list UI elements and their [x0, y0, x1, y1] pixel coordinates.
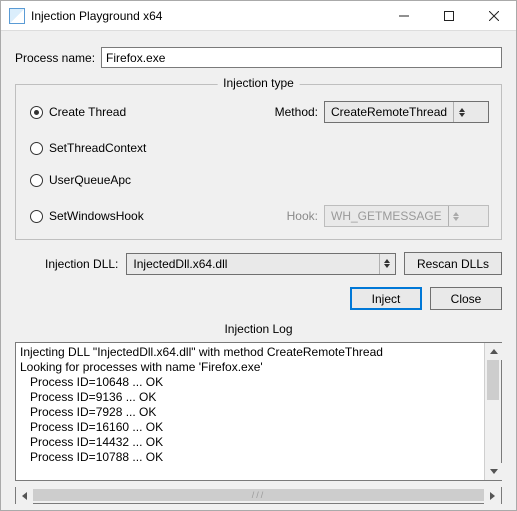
process-name-label: Process name:	[15, 51, 95, 65]
method-combo[interactable]: CreateRemoteThread	[324, 101, 489, 123]
window-title: Injection Playground x64	[31, 9, 162, 23]
scroll-right-icon[interactable]	[484, 487, 501, 504]
injection-type-group: Injection type Create Thread Method: Cre…	[15, 84, 502, 240]
radio-user-queue-apc[interactable]: UserQueueApc	[30, 173, 489, 187]
vertical-scrollbar[interactable]	[484, 343, 501, 480]
radio-label: Create Thread	[49, 105, 126, 119]
radio-set-windows-hook[interactable]: SetWindowsHook Hook: WH_GETMESSAGE	[30, 205, 489, 227]
radio-label: SetWindowsHook	[49, 209, 144, 223]
injection-dll-label: Injection DLL:	[45, 257, 118, 271]
scroll-track[interactable]	[485, 360, 501, 463]
injection-log-header: Injection Log	[15, 322, 502, 336]
scroll-track[interactable]: ///	[33, 487, 484, 503]
process-name-input[interactable]	[101, 47, 502, 68]
radio-icon	[30, 106, 43, 119]
maximize-button[interactable]	[426, 1, 471, 30]
scroll-up-icon[interactable]	[485, 343, 502, 360]
close-window-button[interactable]	[471, 1, 516, 30]
radio-icon	[30, 210, 43, 223]
injection-dll-combo[interactable]: InjectedDll.x64.dll	[126, 253, 396, 275]
method-label: Method:	[275, 105, 318, 119]
injection-log-box: Injecting DLL "InjectedDll.x64.dll" with…	[15, 342, 502, 481]
hook-combo-text: WH_GETMESSAGE	[325, 209, 448, 223]
rescan-dlls-button[interactable]: Rescan DLLs	[404, 252, 502, 275]
spinner-icon	[448, 206, 464, 226]
titlebar: Injection Playground x64	[1, 1, 516, 31]
method-combo-text: CreateRemoteThread	[325, 105, 453, 119]
injection-log-text[interactable]: Injecting DLL "InjectedDll.x64.dll" with…	[16, 343, 484, 480]
radio-label: SetThreadContext	[49, 141, 146, 155]
hook-label: Hook:	[287, 209, 318, 223]
inject-button[interactable]: Inject	[350, 287, 422, 310]
scroll-thumb[interactable]	[487, 360, 499, 400]
close-button[interactable]: Close	[430, 287, 502, 310]
radio-label: UserQueueApc	[49, 173, 131, 187]
hook-row: Hook: WH_GETMESSAGE	[287, 205, 489, 227]
spinner-icon	[453, 102, 469, 122]
spinner-icon	[379, 254, 395, 274]
scroll-down-icon[interactable]	[485, 463, 502, 480]
app-icon	[9, 8, 25, 24]
radio-create-thread[interactable]: Create Thread Method: CreateRemoteThread	[30, 101, 489, 123]
app-window: Injection Playground x64 Process name: I…	[0, 0, 517, 511]
radio-icon	[30, 174, 43, 187]
horizontal-scrollbar[interactable]: ///	[15, 487, 502, 504]
minimize-button[interactable]	[381, 1, 426, 30]
method-row: Method: CreateRemoteThread	[275, 101, 489, 123]
client-area: Process name: Injection type Create Thre…	[1, 31, 516, 510]
radio-set-thread-context[interactable]: SetThreadContext	[30, 141, 489, 155]
hook-combo: WH_GETMESSAGE	[324, 205, 489, 227]
process-name-row: Process name:	[15, 47, 502, 68]
action-buttons: Inject Close	[15, 287, 502, 310]
injection-dll-row: Injection DLL: InjectedDll.x64.dll Resca…	[15, 252, 502, 275]
radio-icon	[30, 142, 43, 155]
injection-dll-text: InjectedDll.x64.dll	[127, 257, 233, 271]
scroll-left-icon[interactable]	[16, 487, 33, 504]
scroll-thumb[interactable]: ///	[33, 489, 484, 501]
injection-type-legend: Injection type	[217, 76, 300, 90]
